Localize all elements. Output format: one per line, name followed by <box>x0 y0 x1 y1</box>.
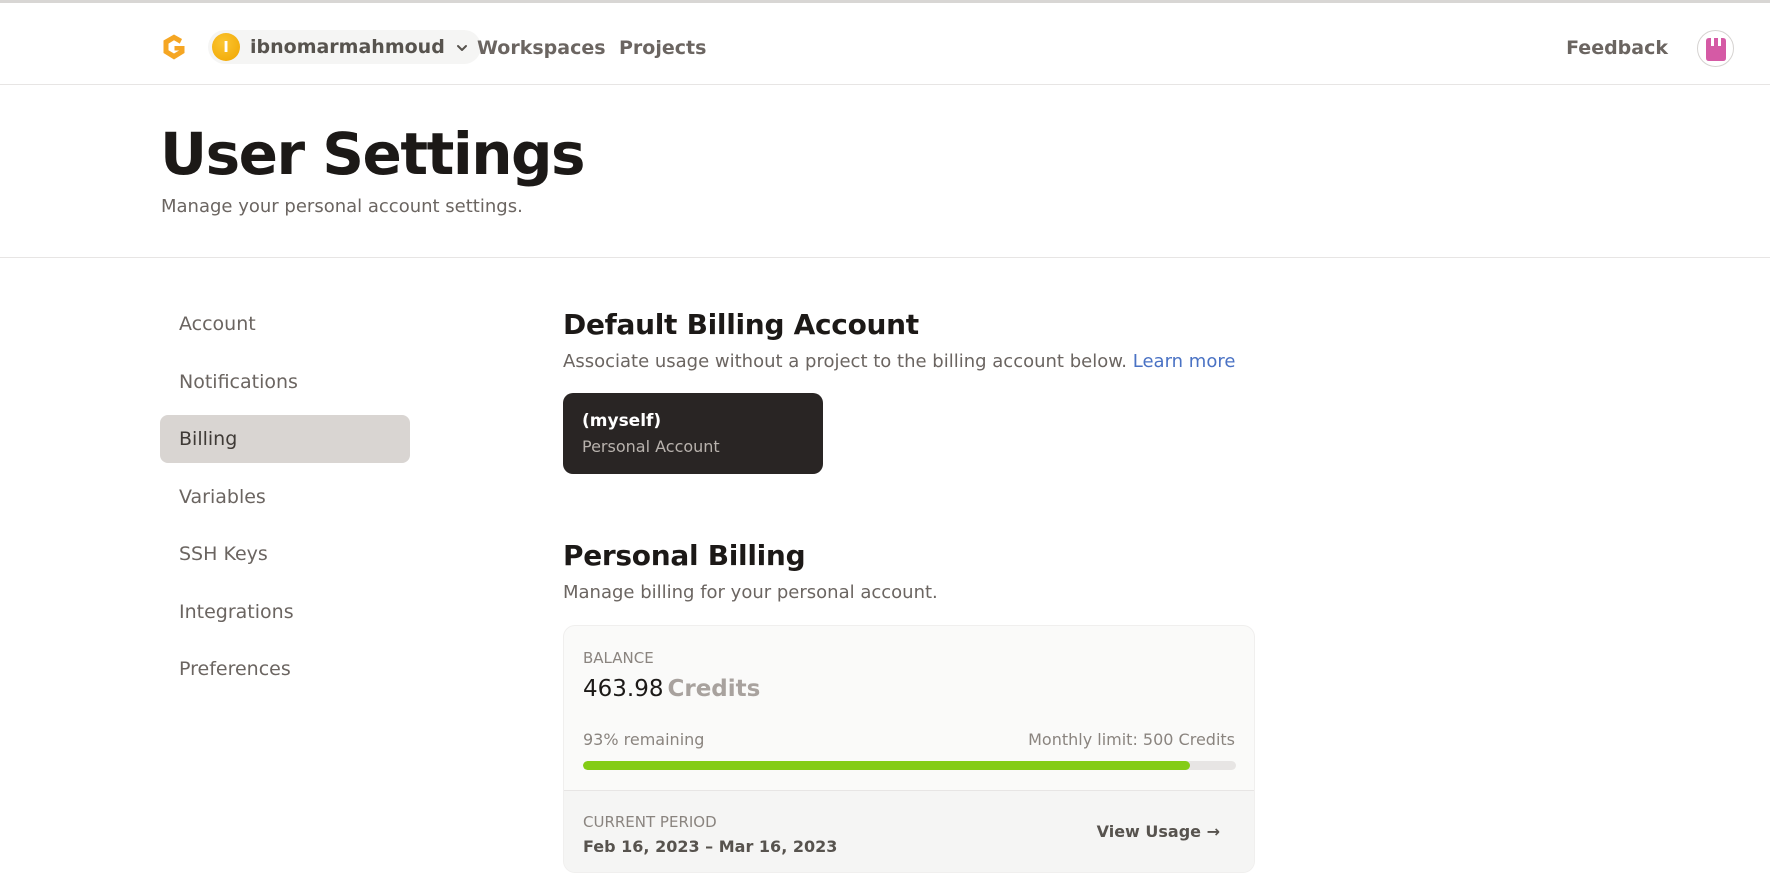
account-switcher[interactable]: I ibnomarmahmoud <box>208 30 481 64</box>
sidebar-item-billing[interactable]: Billing <box>160 415 410 463</box>
section-description: Manage billing for your personal account… <box>563 582 938 603</box>
chevron-down-icon <box>455 40 469 54</box>
description-text: Associate usage without a project to the… <box>563 351 1128 372</box>
page-header: User Settings Manage your personal accou… <box>0 86 1770 258</box>
nav-workspaces-link[interactable]: Workspaces <box>477 37 606 59</box>
gitpod-logo-icon[interactable] <box>160 32 188 62</box>
sidebar-item-ssh-keys[interactable]: SSH Keys <box>160 530 410 578</box>
credits-progress-bar <box>583 761 1236 770</box>
remaining-text: 93% remaining <box>583 730 705 749</box>
account-type: Personal Account <box>582 437 720 456</box>
credits-progress-fill <box>583 761 1191 770</box>
sidebar-item-variables[interactable]: Variables <box>160 473 410 521</box>
section-title: Default Billing Account <box>563 308 919 341</box>
sidebar-item-account[interactable]: Account <box>160 300 410 348</box>
default-billing-section: Default Billing Account Associate usage … <box>563 308 1255 474</box>
current-period-footer: CURRENT PERIOD Feb 16, 2023 – Mar 16, 20… <box>564 790 1254 872</box>
balance-unit: Credits <box>667 676 761 702</box>
balance-card: BALANCE 463.98 Credits 93% remaining Mont… <box>563 625 1255 873</box>
avatar-icon <box>1705 37 1726 61</box>
username-label: ibnomarmahmoud <box>250 36 445 58</box>
section-title: Personal Billing <box>563 539 806 572</box>
page-title: User Settings <box>160 120 586 188</box>
monthly-limit-text: Monthly limit: 500 Credits <box>1028 730 1235 749</box>
account-name: (myself) <box>582 411 662 431</box>
period-value: Feb 16, 2023 – Mar 16, 2023 <box>583 837 838 856</box>
view-usage-link[interactable]: View Usage → <box>1097 822 1220 841</box>
billing-account-card[interactable]: (myself) Personal Account <box>563 393 823 474</box>
balance-amount: 463.98 <box>583 676 664 702</box>
personal-billing-section: Personal Billing Manage billing for your… <box>563 539 1255 873</box>
top-navigation: I ibnomarmahmoud Workspaces Projects Fee… <box>0 3 1770 85</box>
sidebar-item-notifications[interactable]: Notifications <box>160 358 410 406</box>
balance-value: 463.98 Credits <box>583 676 760 702</box>
learn-more-link[interactable]: Learn more <box>1133 351 1236 372</box>
user-avatar[interactable] <box>1697 30 1734 67</box>
section-description: Associate usage without a project to the… <box>563 351 1255 372</box>
balance-label: BALANCE <box>583 649 654 667</box>
user-initial-avatar: I <box>212 33 240 61</box>
period-label: CURRENT PERIOD <box>583 813 717 831</box>
page-subtitle: Manage your personal account settings. <box>161 196 523 217</box>
sidebar-item-preferences[interactable]: Preferences <box>160 645 410 693</box>
sidebar-item-integrations[interactable]: Integrations <box>160 588 410 636</box>
nav-projects-link[interactable]: Projects <box>619 37 706 59</box>
settings-sidebar: Account Notifications Billing Variables … <box>160 300 410 703</box>
feedback-link[interactable]: Feedback <box>1566 37 1668 59</box>
